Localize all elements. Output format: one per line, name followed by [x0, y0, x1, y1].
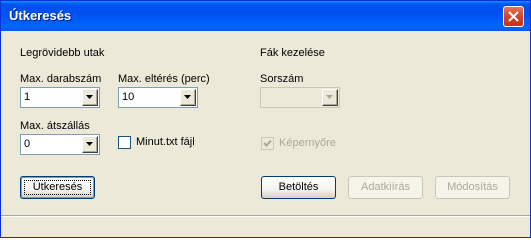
modify-button[interactable]: Módosítás — [435, 176, 510, 199]
max-deviation-value: 10 — [122, 91, 135, 103]
max-count-value: 1 — [24, 91, 31, 103]
shortest-paths-heading: Legrövidebb utak — [20, 47, 105, 59]
search-button-label: Útkeresés — [32, 181, 83, 193]
chevron-down-icon — [184, 95, 191, 99]
chevron-down-icon — [326, 95, 333, 99]
minut-file-label: Minut.txt fájl — [136, 136, 195, 148]
serial-dropdown-button[interactable] — [322, 89, 338, 106]
tree-management-heading: Fák kezelése — [260, 47, 325, 59]
max-count-dropdown-button[interactable] — [82, 89, 98, 106]
minut-file-checkbox[interactable] — [118, 136, 131, 149]
write-data-button-label: Adatkiírás — [361, 181, 410, 193]
load-button-label: Betöltés — [278, 181, 319, 193]
max-deviation-label: Max. eltérés (perc) — [118, 73, 210, 85]
modify-button-label: Módosítás — [447, 181, 498, 193]
search-button[interactable]: Útkeresés — [20, 176, 95, 199]
serial-label: Sorszám — [260, 73, 304, 85]
max-count-select[interactable]: 1 — [20, 87, 100, 108]
write-data-button[interactable]: Adatkiírás — [348, 176, 423, 199]
close-button[interactable] — [503, 6, 524, 27]
max-count-label: Max. darabszám — [20, 73, 102, 85]
chevron-down-icon — [86, 142, 93, 146]
chevron-down-icon — [86, 95, 93, 99]
max-transfers-value: 0 — [24, 138, 31, 150]
serial-select[interactable] — [260, 87, 340, 108]
load-button[interactable]: Betöltés — [261, 176, 336, 199]
max-transfers-select[interactable]: 0 — [20, 134, 100, 155]
status-bar-divider — [1, 215, 530, 217]
window-title: Útkeresés — [9, 8, 72, 23]
max-deviation-dropdown-button[interactable] — [180, 89, 196, 106]
screen-output-checkbox[interactable] — [261, 137, 274, 150]
dialog-window: Útkeresés Legrövidebb utak Max. darabszá… — [0, 0, 531, 238]
max-transfers-dropdown-button[interactable] — [82, 136, 98, 153]
screen-output-label: Képernyőre — [279, 137, 336, 149]
max-transfers-label: Max. átszállás — [20, 120, 90, 132]
title-bar[interactable]: Útkeresés — [1, 1, 530, 31]
max-deviation-select[interactable]: 10 — [118, 87, 198, 108]
checkmark-icon — [263, 139, 272, 147]
close-icon — [508, 11, 519, 22]
